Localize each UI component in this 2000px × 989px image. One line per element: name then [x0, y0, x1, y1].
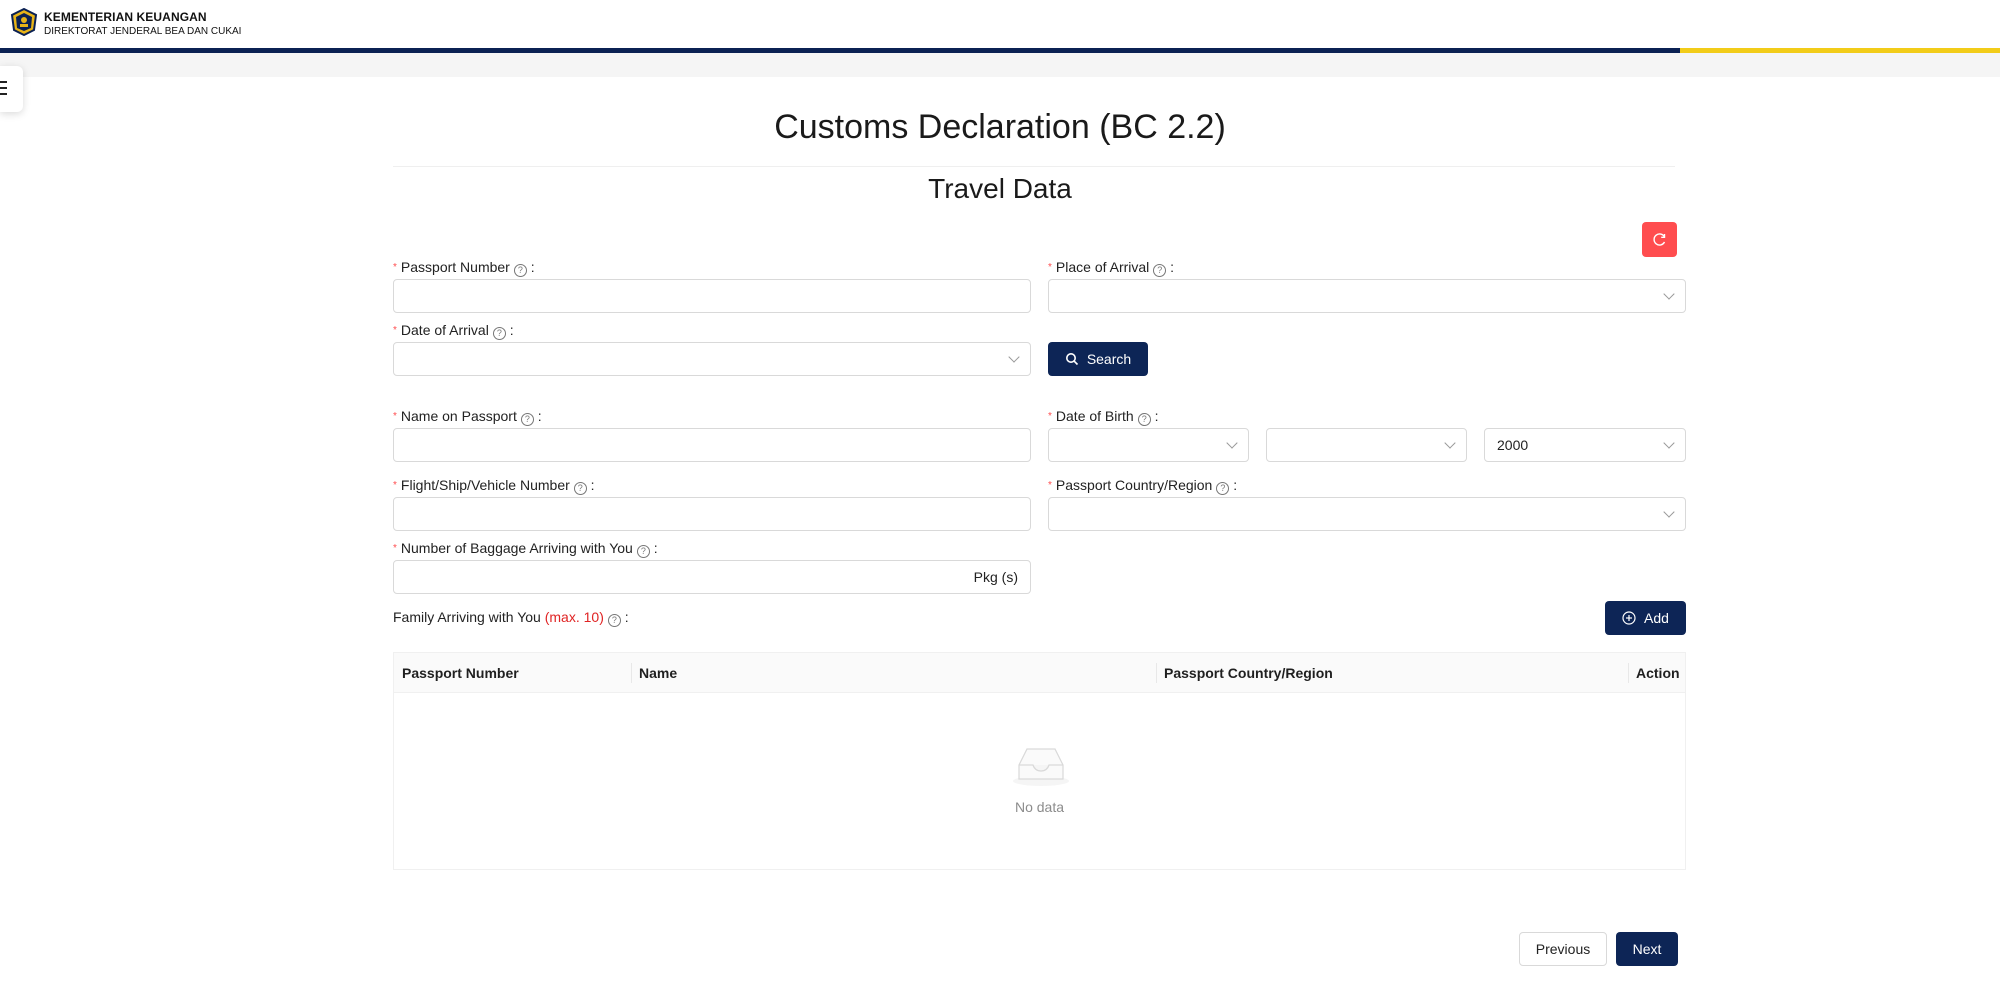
date-of-arrival-select[interactable] — [393, 342, 1031, 376]
col-action: Action — [1636, 665, 1680, 681]
question-circle-icon[interactable]: ? — [1137, 413, 1151, 426]
plus-circle-icon — [1622, 611, 1636, 625]
org-name: KEMENTERIAN KEUANGAN — [44, 10, 207, 24]
empty-inbox-icon — [1013, 748, 1069, 786]
passport-country-select[interactable] — [1048, 497, 1686, 531]
col-name: Name — [639, 665, 678, 681]
birth-day-select[interactable] — [1048, 428, 1249, 462]
empty-state-text: No data — [1014, 799, 1065, 815]
app-header: KEMENTERIAN KEUANGAN DIREKTORAT JENDERAL… — [0, 0, 2000, 48]
passport-number-input[interactable] — [393, 279, 1031, 313]
date-of-birth-label: * Date of Birth? : — [1048, 408, 1159, 426]
question-circle-icon[interactable]: ? — [636, 545, 650, 558]
chevron-down-icon — [1226, 437, 1238, 449]
question-circle-icon[interactable]: ? — [573, 482, 587, 495]
question-circle-icon[interactable]: ? — [1153, 264, 1167, 277]
search-icon — [1065, 353, 1078, 366]
next-button[interactable]: Next — [1616, 932, 1678, 966]
family-max-note: (max. 10) — [544, 609, 604, 625]
section-title: Travel Data — [928, 173, 1072, 204]
org-brand: KEMENTERIAN KEUANGAN DIREKTORAT JENDERAL… — [44, 10, 241, 37]
search-button[interactable]: Search — [1048, 342, 1148, 376]
title-divider — [393, 166, 1675, 167]
question-circle-icon[interactable]: ? — [492, 327, 506, 340]
table-header: Passport Number Name Passport Country/Re… — [394, 653, 1685, 693]
family-label: Family Arriving with You (max. 10)? : — [393, 609, 629, 627]
question-circle-icon[interactable]: ? — [513, 264, 527, 277]
kemenkeu-logo — [10, 8, 38, 36]
place-of-arrival-label: * Place of Arrival? : — [1048, 259, 1175, 277]
chevron-down-icon — [1008, 351, 1020, 363]
col-passport-number: Passport Number — [402, 665, 519, 681]
baggage-count-input[interactable]: Pkg (s) — [393, 560, 1031, 594]
baggage-label: * Number of Baggage Arriving with You? : — [393, 540, 658, 558]
birth-month-select[interactable] — [1266, 428, 1467, 462]
chevron-down-icon — [1444, 437, 1456, 449]
chevron-down-icon — [1663, 506, 1675, 518]
flight-number-input[interactable] — [393, 497, 1031, 531]
reset-form-button[interactable] — [1642, 222, 1677, 257]
family-table: Passport Number Name Passport Country/Re… — [393, 652, 1686, 870]
org-subname: DIREKTORAT JENDERAL BEA DAN CUKAI — [44, 26, 242, 37]
add-family-button[interactable]: Add — [1605, 601, 1686, 635]
header-gray-band — [0, 53, 2000, 77]
reload-icon — [1653, 233, 1666, 246]
chevron-down-icon — [1663, 437, 1675, 449]
chevron-down-icon — [1663, 288, 1675, 300]
name-on-passport-input[interactable] — [393, 428, 1031, 462]
previous-button[interactable]: Previous — [1519, 932, 1607, 966]
question-circle-icon[interactable]: ? — [520, 413, 534, 426]
passport-country-label: * Passport Country/Region? : — [1048, 477, 1238, 495]
name-on-passport-label: * Name on Passport? : — [393, 408, 542, 426]
hamburger-icon — [0, 81, 7, 83]
place-of-arrival-select[interactable] — [1048, 279, 1686, 313]
menu-toggle-button[interactable] — [0, 66, 23, 112]
birth-year-select[interactable]: 2000 — [1484, 428, 1686, 462]
page-title: Customs Declaration (BC 2.2) — [774, 108, 1226, 146]
question-circle-icon[interactable]: ? — [1216, 482, 1230, 495]
flight-number-label: * Flight/Ship/Vehicle Number? : — [393, 477, 595, 495]
col-passport-country: Passport Country/Region — [1164, 665, 1333, 681]
date-of-arrival-label: * Date of Arrival? : — [393, 322, 514, 340]
passport-number-label: * Passport Number? : — [393, 259, 535, 277]
baggage-unit: Pkg (s) — [973, 569, 1018, 585]
question-circle-icon[interactable]: ? — [607, 614, 621, 627]
